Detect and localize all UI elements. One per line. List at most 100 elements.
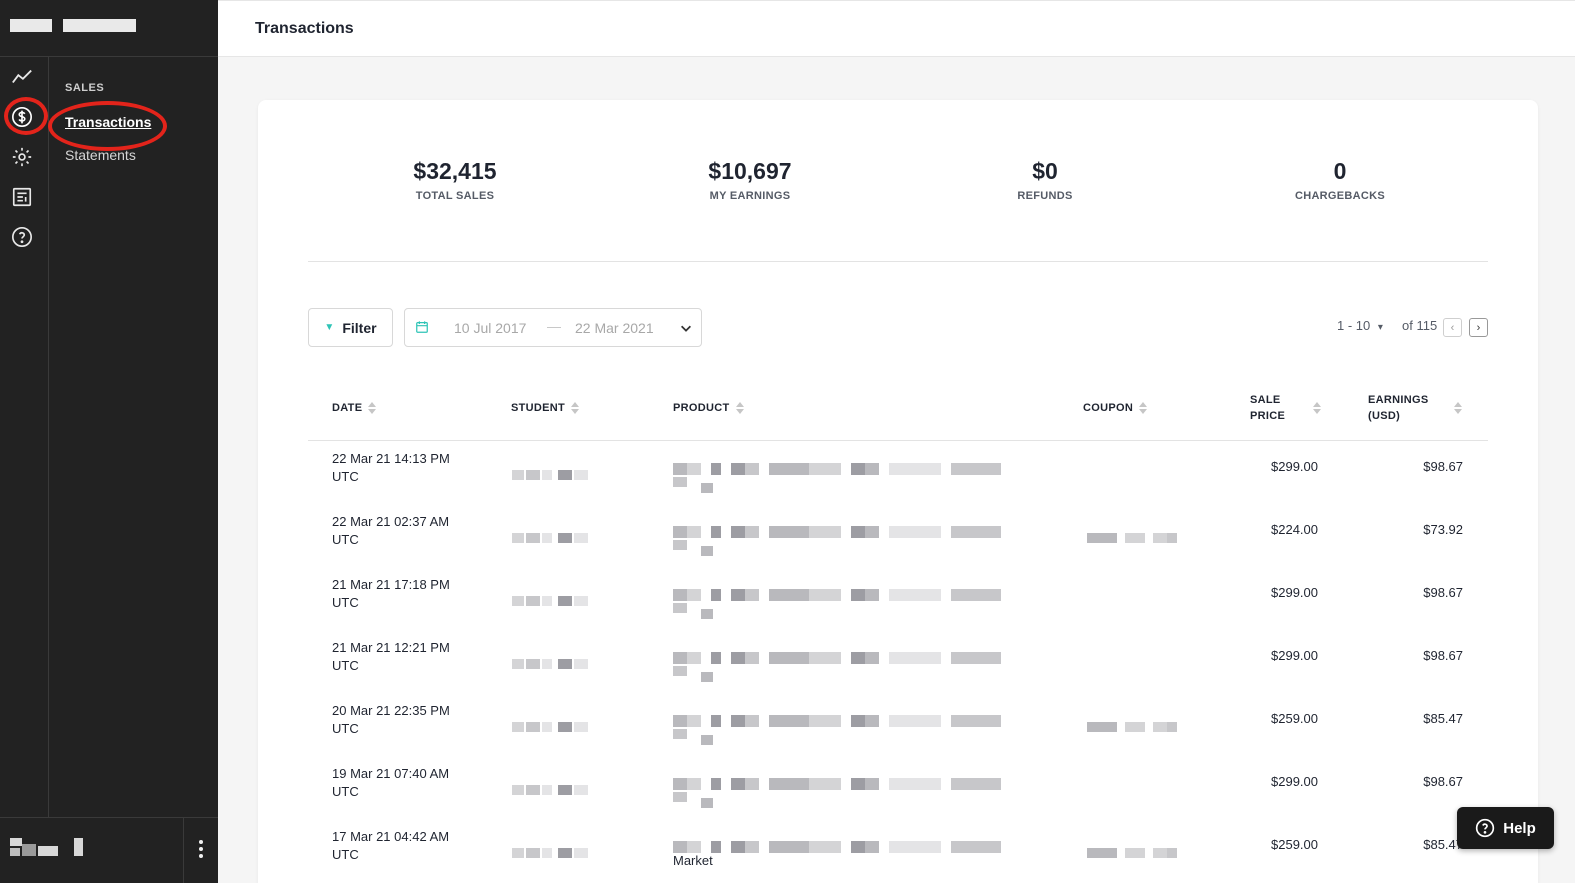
- cell-earnings: $85.47: [1423, 711, 1463, 726]
- sort-icon: [368, 402, 377, 414]
- stat-my-earnings: $10,697 MY EARNINGS: [650, 158, 850, 202]
- user-name: [38, 846, 58, 856]
- table-row[interactable]: 21 Mar 21 17:18 PM UTC $299.00 $98.67: [308, 576, 1488, 639]
- stat-label: MY EARNINGS: [709, 190, 791, 202]
- column-header-date[interactable]: DATE: [332, 400, 377, 416]
- cell-date-value: 19 Mar 21 07:40 AM: [332, 766, 450, 781]
- column-label: PRODUCT: [673, 402, 730, 414]
- brand-logo[interactable]: [0, 0, 218, 57]
- column-header-coupon[interactable]: COUPON: [1083, 400, 1148, 416]
- cell-earnings: $98.67: [1423, 774, 1463, 789]
- page-title: Transactions: [255, 20, 354, 37]
- cell-date: 22 Mar 21 02:37 AM UTC: [332, 513, 472, 549]
- cell-sale-price: $259.00: [1271, 837, 1318, 852]
- sidebar-item-transactions[interactable]: Transactions: [65, 114, 151, 130]
- total-count: of 115: [1402, 318, 1438, 333]
- transactions-card: $32,415 TOTAL SALES $10,697 MY EARNINGS …: [258, 100, 1538, 883]
- cell-timezone: UTC: [332, 847, 359, 862]
- prev-page-button[interactable]: ‹: [1443, 318, 1462, 337]
- column-label-line: PRICE: [1250, 410, 1286, 422]
- column-label: DATE: [332, 402, 363, 414]
- sort-icon: [571, 402, 580, 414]
- cell-sale-price: $299.00: [1271, 774, 1318, 789]
- column-header-student[interactable]: STUDENT: [511, 400, 580, 416]
- avatar: [10, 848, 20, 856]
- cell-earnings: $98.67: [1423, 648, 1463, 663]
- gear-icon[interactable]: [9, 144, 35, 170]
- section-label: SALES: [65, 82, 105, 94]
- more-options-icon[interactable]: [192, 836, 210, 862]
- filter-icon: ▼: [324, 322, 335, 333]
- cell-timezone: UTC: [332, 784, 359, 799]
- dollar-icon[interactable]: [9, 104, 35, 130]
- column-label: EARNINGS (USD): [1368, 392, 1428, 424]
- sidebar: SALES Transactions Statements: [0, 0, 218, 883]
- sidebar-item-statements[interactable]: Statements: [65, 147, 151, 163]
- date-start-input[interactable]: 10 Jul 2017: [454, 320, 526, 336]
- cell-date: 17 Mar 21 04:42 AM UTC: [332, 828, 472, 864]
- date-separator: —: [547, 318, 561, 334]
- cell-sale-price: $299.00: [1271, 585, 1318, 600]
- column-label-line: (USD): [1368, 410, 1401, 422]
- stat-label: TOTAL SALES: [415, 190, 495, 202]
- help-button[interactable]: Help: [1457, 807, 1554, 849]
- sales-submenu: SALES Transactions Statements: [65, 82, 151, 163]
- date-range-picker[interactable]: 10 Jul 2017 — 22 Mar 2021: [404, 308, 702, 347]
- user-menu[interactable]: [0, 817, 218, 883]
- filter-button[interactable]: ▼ Filter: [308, 308, 393, 347]
- help-circle-icon: [1476, 818, 1495, 838]
- cell-date-value: 20 Mar 21 22:35 PM: [332, 703, 450, 718]
- sort-icon: [1139, 402, 1148, 414]
- avatar: [22, 844, 36, 856]
- calendar-icon: [416, 321, 428, 333]
- sort-icon: [1454, 402, 1463, 414]
- cell-timezone: UTC: [332, 658, 359, 673]
- column-header-earnings[interactable]: EARNINGS (USD): [1368, 392, 1463, 424]
- stat-value: $10,697: [708, 158, 792, 184]
- cell-date: 21 Mar 21 17:18 PM UTC: [332, 576, 472, 612]
- icon-rail: [0, 57, 49, 817]
- stat-total-sales: $32,415 TOTAL SALES: [355, 158, 555, 202]
- column-label: STUDENT: [511, 402, 566, 414]
- cell-timezone: UTC: [332, 595, 359, 610]
- report-icon[interactable]: [9, 184, 35, 210]
- filter-label: Filter: [342, 319, 377, 336]
- stat-value: $32,415: [413, 158, 497, 184]
- chevron-down-icon[interactable]: [679, 321, 693, 335]
- cell-date-value: 17 Mar 21 04:42 AM: [332, 829, 450, 844]
- avatar: [10, 838, 22, 846]
- table-row[interactable]: 19 Mar 21 07:40 AM UTC $299.00 $98.67: [308, 765, 1488, 828]
- column-label-line: SALE: [1250, 394, 1281, 406]
- table-row[interactable]: 22 Mar 21 02:37 AM UTC $224.00 $73.92: [308, 513, 1488, 576]
- table-row[interactable]: 20 Mar 21 22:35 PM UTC $259.00 $85.47: [308, 702, 1488, 765]
- caret-down-icon: ▾: [1377, 322, 1383, 333]
- user-name: [74, 838, 83, 856]
- divider: [183, 818, 184, 883]
- cell-date: 21 Mar 21 12:21 PM UTC: [332, 639, 472, 675]
- stat-label: CHARGEBACKS: [1294, 190, 1386, 202]
- page-size-select[interactable]: 1 - 10 ▾: [1337, 318, 1383, 333]
- analytics-icon[interactable]: [9, 64, 35, 90]
- date-end-input[interactable]: 22 Mar 2021: [575, 320, 654, 336]
- cell-sale-price: $299.00: [1271, 459, 1318, 474]
- table-row[interactable]: 17 Mar 21 04:42 AM UTC Market $259.00 $85.47: [308, 828, 1488, 883]
- cell-earnings: $73.92: [1423, 522, 1463, 537]
- stat-value: 0: [1333, 158, 1347, 184]
- column-header-product[interactable]: PRODUCT: [673, 400, 744, 416]
- next-page-button[interactable]: ›: [1469, 318, 1488, 337]
- help-label: Help: [1503, 819, 1536, 837]
- column-label-line: EARNINGS: [1368, 394, 1429, 406]
- help-circle-icon[interactable]: [9, 224, 35, 250]
- cell-timezone: UTC: [332, 469, 359, 484]
- cell-earnings: $98.67: [1423, 585, 1463, 600]
- divider: [308, 261, 1488, 262]
- cell-date: 19 Mar 21 07:40 AM UTC: [332, 765, 472, 801]
- logo-block: [10, 19, 52, 32]
- cell-sale-price: $299.00: [1271, 648, 1318, 663]
- stat-chargebacks: 0 CHARGEBACKS: [1240, 158, 1440, 202]
- column-header-sale-price[interactable]: SALE PRICE: [1250, 392, 1322, 424]
- table-row[interactable]: 22 Mar 21 14:13 PM UTC $299.00 $98.67: [308, 450, 1488, 513]
- cell-date-value: 21 Mar 21 12:21 PM: [332, 640, 450, 655]
- table-row[interactable]: 21 Mar 21 12:21 PM UTC $299.00 $98.67: [308, 639, 1488, 702]
- cell-date-value: 22 Mar 21 14:13 PM: [332, 451, 450, 466]
